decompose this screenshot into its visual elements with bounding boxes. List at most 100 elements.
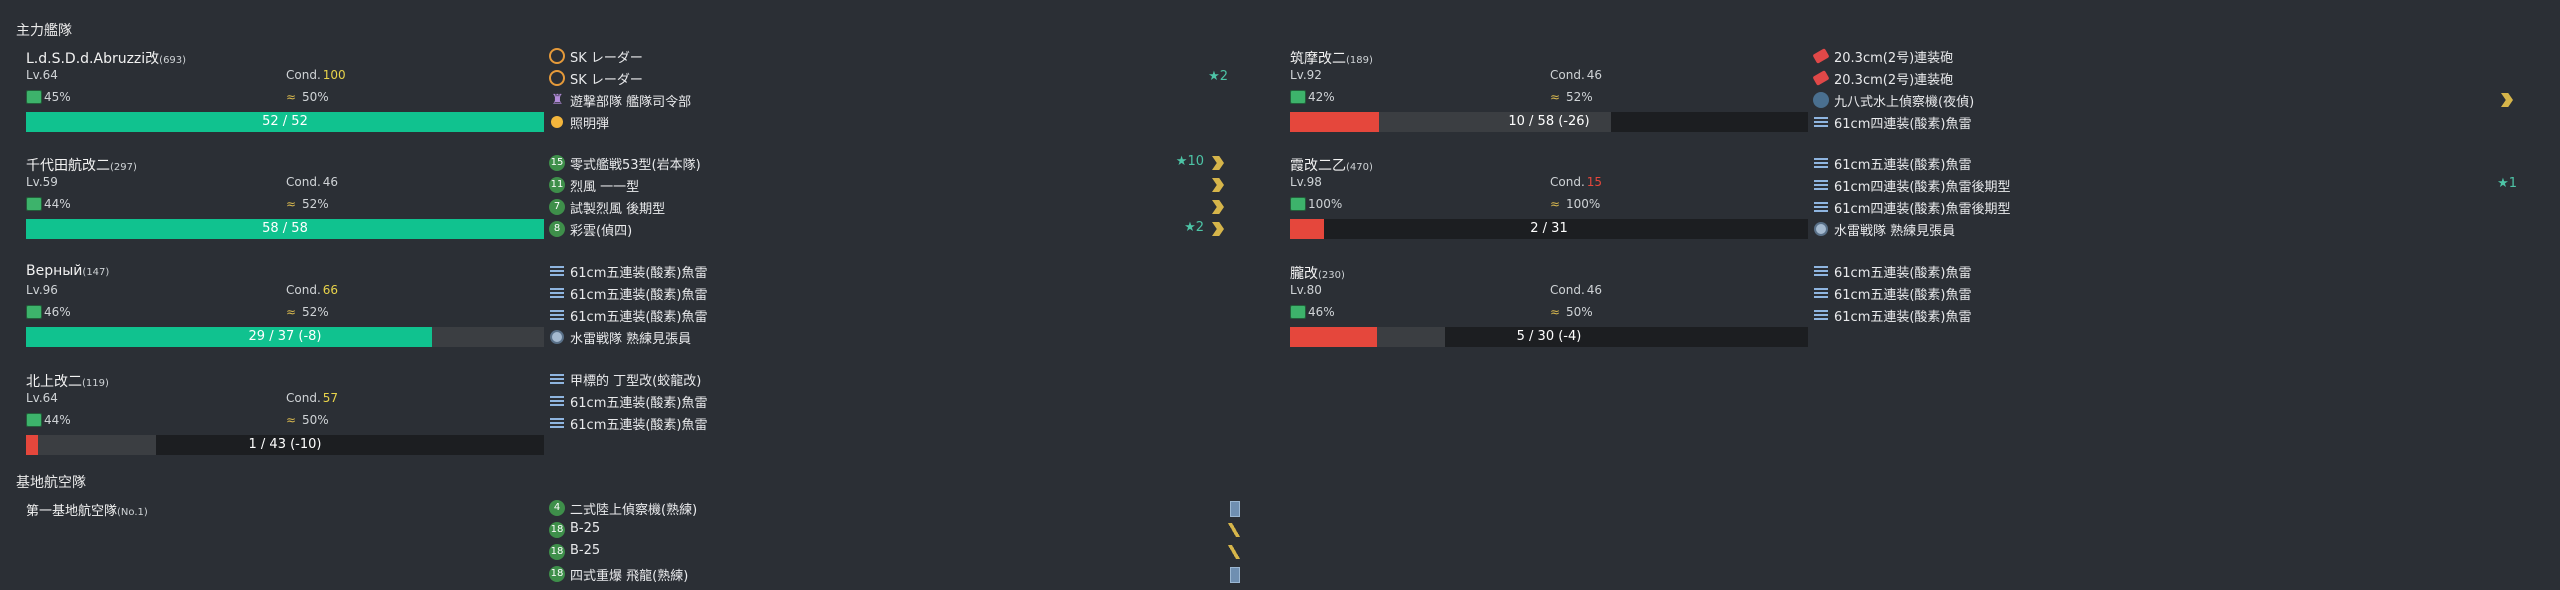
equip-name: 61cm五連装(酸素)魚雷 <box>570 396 708 411</box>
equip-slot[interactable]: 11 烈風 一一型 <box>548 174 1228 196</box>
ship-name-text: L.d.S.D.d.Abruzzi改 <box>26 51 160 67</box>
equip-slot[interactable]: 61cm五連装(酸素)魚雷 <box>1812 260 2517 282</box>
hp-bar: 5 / 30 (-4) <box>1290 327 1808 347</box>
equip-slot[interactable]: 61cm五連装(酸素)魚雷 <box>548 304 1228 326</box>
airbase-equip-slot[interactable]: 18 四式重爆 飛龍(熟練) <box>548 563 1244 585</box>
equip-slot[interactable]: 61cm五連装(酸素)魚雷 <box>548 412 1228 434</box>
ammo-icon: ≈ <box>1550 197 1561 211</box>
torpedo-icon <box>1812 154 1830 172</box>
cond-value: 46 <box>322 175 339 189</box>
equip-slot[interactable]: 7 試製烈風 後期型 <box>548 196 1228 218</box>
proficiency-bar-icon <box>1230 501 1240 517</box>
cond-value: 100 <box>322 68 346 82</box>
equip-slot[interactable]: 61cm四連装(酸素)魚雷後期型 ★1 <box>1812 174 2517 196</box>
hp-text: 1 / 43 (-10) <box>248 437 322 452</box>
equip-slot[interactable]: 61cm四連装(酸素)魚雷 <box>1812 111 2517 133</box>
equip-slot[interactable]: 九八式水上偵察機(夜偵) <box>1812 89 2517 111</box>
equip-name: 水雷戦隊 熟練見張員 <box>570 332 692 347</box>
equip-slot[interactable]: 61cm五連装(酸素)魚雷 <box>1812 282 2517 304</box>
equip-slot[interactable]: 61cm五連装(酸素)魚雷 <box>1812 152 2517 174</box>
cond-label: Cond. <box>286 68 321 82</box>
equip-slot[interactable]: 61cm五連装(酸素)魚雷 <box>548 260 1228 282</box>
proficiency-bar-icon <box>1230 567 1240 583</box>
equip-name: 甲標的 丁型改(蛟龍改) <box>570 374 702 389</box>
proficiency-chevron-icon <box>1212 178 1224 192</box>
fleet-section-title: 主力艦隊 <box>16 23 72 39</box>
equip-slot[interactable]: 61cm五連装(酸素)魚雷 <box>548 390 1228 412</box>
cond-value: 46 <box>1586 68 1603 82</box>
torpedo-icon <box>548 284 566 302</box>
ship-level: Lv.92 <box>1290 68 1322 82</box>
equip-name: 四式重爆 飛龍(熟練) <box>570 569 689 584</box>
ship-fuel: 44% <box>26 197 71 211</box>
sonar-icon <box>1812 220 1830 238</box>
equip-slot[interactable]: 8 彩雲(偵四) ★2 <box>548 218 1228 240</box>
ship-level: Lv.98 <box>1290 175 1322 189</box>
equip-name: 61cm五連装(酸素)魚雷 <box>570 418 708 433</box>
ammo-icon: ≈ <box>286 305 297 319</box>
ammo-value: 52% <box>302 305 329 319</box>
equip-slot[interactable]: SK レーダー <box>548 45 1228 67</box>
ship-fuel: 45% <box>26 90 71 104</box>
ammo-value: 52% <box>1566 90 1593 104</box>
cond-label: Cond. <box>286 175 321 189</box>
cond-value: 66 <box>322 283 339 297</box>
ammo-value: 52% <box>302 197 329 211</box>
ship-condition: Cond. 100 <box>286 68 346 82</box>
equip-slot[interactable]: 61cm四連装(酸素)魚雷後期型 <box>1812 196 2517 218</box>
radar-icon <box>548 69 566 87</box>
equip-slot[interactable]: 61cm五連装(酸素)魚雷 <box>548 282 1228 304</box>
equip-name: 遊撃部隊 艦隊司令部 <box>570 95 692 110</box>
ship-id: (119) <box>82 378 109 389</box>
proficiency-chevron-icon <box>2501 93 2513 107</box>
equip-name: 九八式水上偵察機(夜偵) <box>1834 95 1975 110</box>
hp-bar: 1 / 43 (-10) <box>26 435 544 455</box>
equip-slot[interactable]: 15 零式艦戦53型(岩本隊) ★10 <box>548 152 1228 174</box>
ship-ammo: ≈50% <box>1550 305 1593 319</box>
equip-slot[interactable]: 61cm五連装(酸素)魚雷 <box>1812 304 2517 326</box>
airbase-name[interactable]: 第一基地航空隊(No.1) <box>26 500 148 519</box>
ship-name-text: 筑摩改二 <box>1290 51 1346 67</box>
torpedo-icon <box>1812 113 1830 131</box>
hp-bar: 2 / 31 <box>1290 219 1808 239</box>
hp-bar: 58 / 58 <box>26 219 544 239</box>
equip-name: SK レーダー <box>570 51 643 66</box>
improvement-star: ★2 <box>1184 220 1204 235</box>
submarine-icon <box>548 370 566 388</box>
fuel-value: 46% <box>44 305 71 319</box>
equip-slot[interactable]: ♜ 遊撃部隊 艦隊司令部 <box>548 89 1228 111</box>
hp-text: 5 / 30 (-4) <box>1516 329 1582 344</box>
cond-label: Cond. <box>286 283 321 297</box>
equip-slot[interactable]: 水雷戦隊 熟練見張員 <box>1812 218 2517 240</box>
equip-name: 零式艦戦53型(岩本隊) <box>570 158 701 173</box>
fuel-icon <box>26 197 42 211</box>
ship-id: (147) <box>82 267 110 278</box>
airbase-equip-slot[interactable]: 18 B-25 <box>548 541 1244 563</box>
hp-text: 52 / 52 <box>262 114 308 129</box>
ammo-value: 50% <box>302 90 329 104</box>
equip-name: 20.3cm(2号)連装砲 <box>1834 73 1954 88</box>
cond-label: Cond. <box>1550 68 1585 82</box>
equip-slot[interactable]: 照明弾 <box>548 111 1228 133</box>
equip-name: 61cm五連装(酸素)魚雷 <box>570 266 708 281</box>
ship-id: (230) <box>1318 270 1345 281</box>
ship-ammo: ≈50% <box>286 90 329 104</box>
proficiency-slash-icon <box>1228 545 1240 559</box>
airbase-equip-slot[interactable]: 4 二式陸上偵察機(熟練) <box>548 497 1244 519</box>
equip-name: 烈風 一一型 <box>570 180 640 195</box>
equip-slot[interactable]: 20.3cm(2号)連装砲 <box>1812 45 2517 67</box>
hp-bar: 29 / 37 (-8) <box>26 327 544 347</box>
improvement-star: ★10 <box>1175 154 1204 169</box>
airbase-equip-slot[interactable]: 18 B-25 <box>548 519 1244 541</box>
equip-slot[interactable]: 水雷戦隊 熟練見張員 <box>548 326 1228 348</box>
ship-condition: Cond. 15 <box>1550 175 1602 189</box>
fuel-icon <box>26 413 42 427</box>
torpedo-icon <box>1812 306 1830 324</box>
equip-name: 彩雲(偵四) <box>570 224 633 239</box>
ship-name-text: Верный <box>26 263 83 279</box>
equip-slot[interactable]: SK レーダー ★2 <box>548 67 1228 89</box>
hp-text: 10 / 58 (-26) <box>1508 114 1590 129</box>
equip-slot[interactable]: 甲標的 丁型改(蛟龍改) <box>548 368 1228 390</box>
proficiency-chevron-icon <box>1212 222 1224 236</box>
equip-slot[interactable]: 20.3cm(2号)連装砲 <box>1812 67 2517 89</box>
